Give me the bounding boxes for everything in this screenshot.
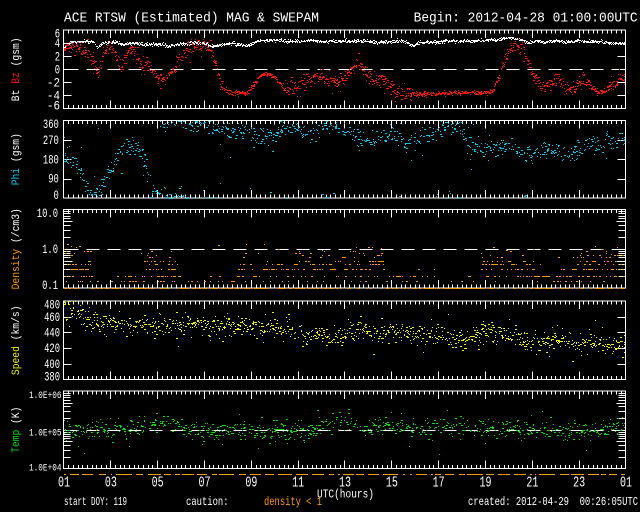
svg-text:created: 2012-04-29 00:26:05U: created: 2012-04-29 00:26:05UTC (468, 495, 638, 509)
svg-text:23: 23 (573, 475, 585, 492)
svg-text:ACE RTSW (Estimated) MAG & SWE: ACE RTSW (Estimated) MAG & SWEPAM (64, 11, 319, 27)
svg-text:start DOY: 119: start DOY: 119 (64, 495, 127, 509)
svg-text:09: 09 (245, 475, 257, 492)
svg-text:(km/s): (km/s) (11, 306, 23, 347)
svg-text:Temp: Temp (11, 430, 23, 453)
svg-text:(/cm3): (/cm3) (11, 208, 23, 249)
svg-text:10.0: 10.0 (37, 206, 58, 221)
svg-text:360: 360 (43, 117, 59, 132)
svg-text:Phi: Phi (11, 168, 23, 186)
svg-text:03: 03 (105, 475, 117, 492)
svg-text:Bt: Bt (11, 84, 23, 101)
svg-text:90: 90 (48, 172, 59, 187)
svg-text:05: 05 (152, 475, 164, 492)
svg-text:17: 17 (433, 475, 445, 492)
svg-text:420: 420 (44, 341, 60, 356)
svg-text:(gsm): (gsm) (11, 37, 23, 72)
svg-text:Bz: Bz (11, 72, 23, 84)
svg-text:-6: -6 (47, 99, 60, 114)
svg-text:270: 270 (43, 133, 59, 148)
svg-text:1.0E+04: 1.0E+04 (29, 463, 61, 475)
svg-text:07: 07 (199, 475, 211, 492)
svg-text:19: 19 (480, 475, 492, 492)
svg-text:Speed: Speed (11, 346, 23, 375)
svg-text:180: 180 (43, 152, 59, 167)
svg-text:1.0E+06: 1.0E+06 (29, 390, 61, 402)
svg-text:1.0: 1.0 (42, 242, 58, 257)
svg-text:15: 15 (386, 475, 398, 492)
svg-text:1.0E+05: 1.0E+05 (29, 427, 61, 439)
svg-text:caution:: caution: (186, 495, 229, 509)
svg-text:380: 380 (44, 370, 60, 385)
svg-text:0.1: 0.1 (42, 278, 58, 293)
svg-text:01: 01 (58, 475, 70, 492)
svg-text:(gsm): (gsm) (11, 133, 23, 168)
svg-text:Begin: 2012-04-28 01:00:00UTC: Begin: 2012-04-28 01:00:00UTC (414, 11, 638, 27)
svg-text:440: 440 (44, 326, 60, 341)
svg-text:21: 21 (526, 475, 538, 492)
svg-text:density < 1: density < 1 (264, 495, 322, 509)
svg-text:460: 460 (44, 310, 60, 325)
svg-text:0: 0 (54, 188, 59, 203)
svg-text:01: 01 (620, 475, 632, 492)
svg-text:11: 11 (292, 475, 304, 492)
svg-text:(K): (K) (11, 407, 23, 430)
svg-text:UTC(hours): UTC(hours) (317, 488, 374, 502)
svg-text:Density: Density (11, 248, 23, 289)
